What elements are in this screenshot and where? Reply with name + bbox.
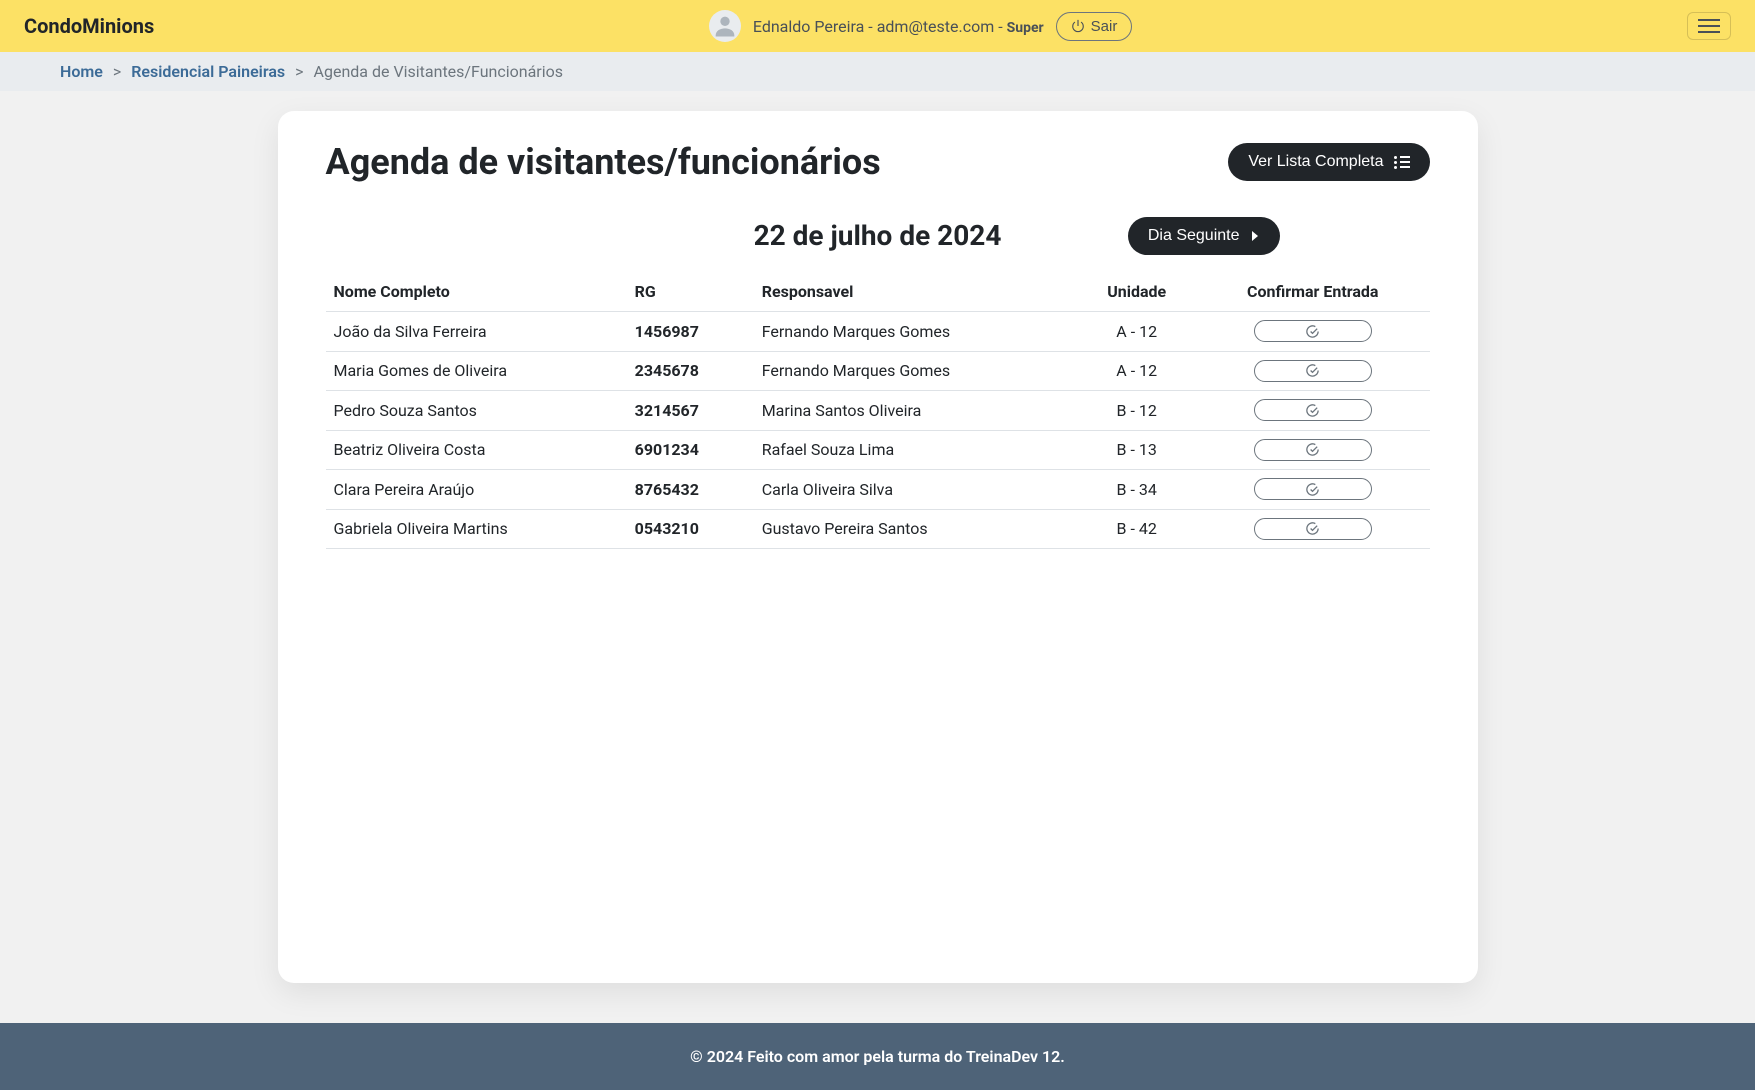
user-area: Ednaldo Pereira - adm@teste.com - Super … — [709, 10, 1132, 42]
cell-name: Beatriz Oliveira Costa — [326, 430, 627, 470]
cell-confirm — [1196, 470, 1429, 510]
confirm-entry-button[interactable] — [1254, 518, 1372, 540]
cell-unit: A - 12 — [1077, 312, 1196, 352]
breadcrumb-bar: Home > Residencial Paineiras > Agenda de… — [0, 52, 1755, 91]
card: Agenda de visitantes/funcionários Ver Li… — [278, 111, 1478, 983]
col-confirm: Confirmar Entrada — [1196, 272, 1429, 312]
full-list-button[interactable]: Ver Lista Completa — [1228, 143, 1429, 181]
col-name: Nome Completo — [326, 272, 627, 312]
user-info: Ednaldo Pereira - adm@teste.com - Super — [753, 17, 1044, 36]
breadcrumb-location[interactable]: Residencial Paineiras — [131, 62, 285, 81]
cell-responsible: Fernando Marques Gomes — [754, 351, 1078, 391]
user-name: Ednaldo Pereira — [753, 17, 864, 36]
footer: © 2024 Feito com amor pela turma do Trei… — [0, 1023, 1755, 1090]
cell-name: João da Silva Ferreira — [326, 312, 627, 352]
col-unit: Unidade — [1077, 272, 1196, 312]
check-circle-icon — [1305, 403, 1320, 418]
col-responsible: Responsavel — [754, 272, 1078, 312]
page-title: Agenda de visitantes/funcionários — [326, 141, 881, 183]
confirm-entry-button[interactable] — [1254, 320, 1372, 342]
next-day-label: Dia Seguinte — [1148, 227, 1240, 245]
date-row: 22 de julho de 2024 Dia Seguinte — [326, 219, 1430, 252]
cell-rg: 2345678 — [627, 351, 754, 391]
power-icon — [1071, 19, 1085, 33]
cell-name: Pedro Souza Santos — [326, 391, 627, 431]
confirm-entry-button[interactable] — [1254, 399, 1372, 421]
breadcrumb-separator: > — [113, 62, 121, 81]
caret-right-icon — [1250, 230, 1260, 242]
cell-confirm — [1196, 430, 1429, 470]
navbar: CondoMinions Ednaldo Pereira - adm@teste… — [0, 0, 1755, 52]
col-rg: RG — [627, 272, 754, 312]
brand[interactable]: CondoMinions — [24, 14, 154, 38]
table-row: João da Silva Ferreira1456987Fernando Ma… — [326, 312, 1430, 352]
cell-rg: 8765432 — [627, 470, 754, 510]
cell-unit: A - 12 — [1077, 351, 1196, 391]
check-circle-icon — [1305, 442, 1320, 457]
check-circle-icon — [1305, 521, 1320, 536]
user-role: Super — [1007, 20, 1044, 36]
cell-responsible: Carla Oliveira Silva — [754, 470, 1078, 510]
avatar[interactable] — [709, 10, 741, 42]
table-row: Beatriz Oliveira Costa6901234Rafael Souz… — [326, 430, 1430, 470]
cell-unit: B - 34 — [1077, 470, 1196, 510]
confirm-entry-button[interactable] — [1254, 360, 1372, 382]
table-row: Maria Gomes de Oliveira2345678Fernando M… — [326, 351, 1430, 391]
hamburger-button[interactable] — [1687, 12, 1731, 40]
cell-unit: B - 13 — [1077, 430, 1196, 470]
cell-confirm — [1196, 351, 1429, 391]
card-header: Agenda de visitantes/funcionários Ver Li… — [326, 141, 1430, 183]
date-title: 22 de julho de 2024 — [754, 219, 1002, 252]
cell-unit: B - 42 — [1077, 509, 1196, 549]
confirm-entry-button[interactable] — [1254, 439, 1372, 461]
list-icon — [1394, 156, 1410, 169]
check-circle-icon — [1305, 324, 1320, 339]
cell-confirm — [1196, 312, 1429, 352]
breadcrumb-home[interactable]: Home — [60, 62, 103, 81]
cell-rg: 1456987 — [627, 312, 754, 352]
logout-label: Sair — [1091, 18, 1118, 35]
cell-rg: 0543210 — [627, 509, 754, 549]
table-body: João da Silva Ferreira1456987Fernando Ma… — [326, 312, 1430, 549]
cell-confirm — [1196, 391, 1429, 431]
breadcrumb-current: Agenda de Visitantes/Funcionários — [314, 62, 563, 81]
visitors-table: Nome Completo RG Responsavel Unidade Con… — [326, 272, 1430, 549]
table-row: Pedro Souza Santos3214567Marina Santos O… — [326, 391, 1430, 431]
confirm-entry-button[interactable] — [1254, 478, 1372, 500]
cell-name: Maria Gomes de Oliveira — [326, 351, 627, 391]
cell-unit: B - 12 — [1077, 391, 1196, 431]
breadcrumb: Home > Residencial Paineiras > Agenda de… — [60, 62, 1731, 81]
full-list-label: Ver Lista Completa — [1248, 153, 1383, 171]
cell-responsible: Gustavo Pereira Santos — [754, 509, 1078, 549]
check-circle-icon — [1305, 363, 1320, 378]
check-circle-icon — [1305, 482, 1320, 497]
content: Agenda de visitantes/funcionários Ver Li… — [0, 91, 1755, 1023]
cell-responsible: Fernando Marques Gomes — [754, 312, 1078, 352]
cell-name: Gabriela Oliveira Martins — [326, 509, 627, 549]
user-icon — [711, 12, 739, 40]
logout-button[interactable]: Sair — [1056, 12, 1133, 41]
cell-name: Clara Pereira Araújo — [326, 470, 627, 510]
table-row: Gabriela Oliveira Martins0543210Gustavo … — [326, 509, 1430, 549]
user-email: adm@teste.com — [877, 17, 995, 36]
footer-text: © 2024 Feito com amor pela turma do Trei… — [690, 1047, 1065, 1066]
cell-rg: 3214567 — [627, 391, 754, 431]
cell-responsible: Marina Santos Oliveira — [754, 391, 1078, 431]
next-day-button[interactable]: Dia Seguinte — [1128, 217, 1280, 255]
cell-confirm — [1196, 509, 1429, 549]
table-row: Clara Pereira Araújo8765432Carla Oliveir… — [326, 470, 1430, 510]
cell-responsible: Rafael Souza Lima — [754, 430, 1078, 470]
breadcrumb-separator: > — [295, 62, 303, 81]
cell-rg: 6901234 — [627, 430, 754, 470]
